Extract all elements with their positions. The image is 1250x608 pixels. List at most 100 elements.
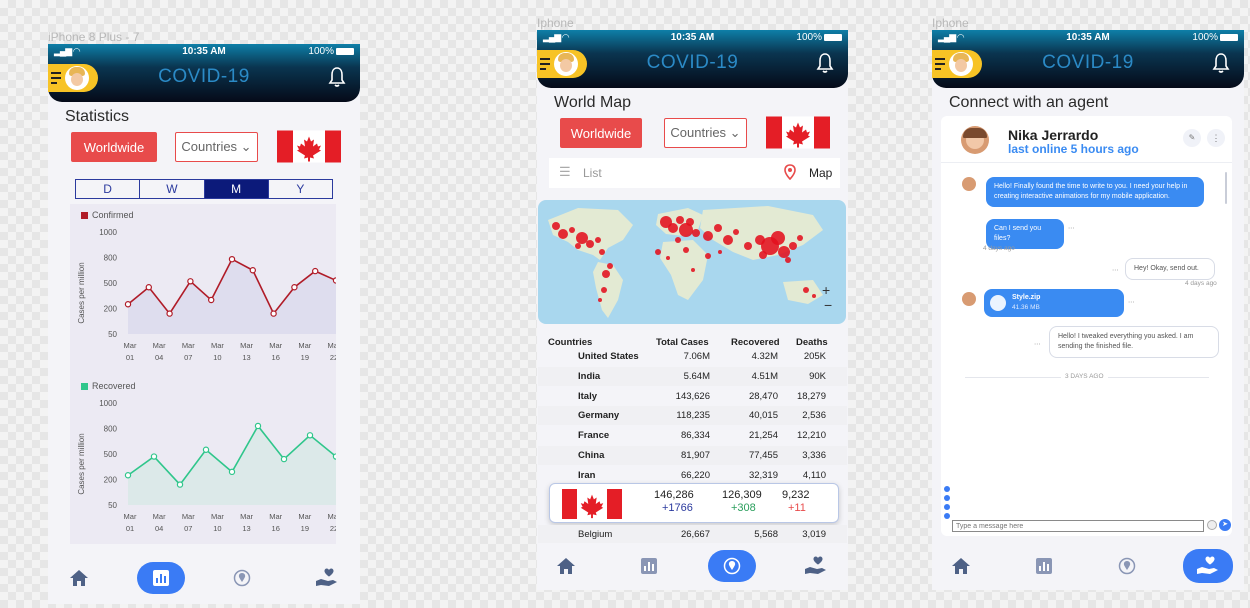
- case-marker[interactable]: [595, 237, 601, 243]
- canada-flag-icon[interactable]: [277, 130, 341, 163]
- selected-country-card[interactable]: 146,286 +1766 126,309 +308 9,232 +11: [549, 483, 839, 523]
- data-point[interactable]: [254, 422, 262, 430]
- case-marker[interactable]: [771, 231, 785, 245]
- case-marker[interactable]: [675, 237, 681, 243]
- data-point[interactable]: [228, 468, 236, 476]
- case-marker[interactable]: [558, 229, 568, 239]
- tab-map[interactable]: Map: [809, 166, 832, 180]
- countries-dropdown[interactable]: Countries ⌄: [664, 118, 747, 148]
- table-row[interactable]: Italy 143,626 28,470 18,279: [538, 387, 847, 406]
- case-marker[interactable]: [778, 246, 790, 258]
- case-marker[interactable]: [607, 263, 613, 269]
- tab-list[interactable]: List: [583, 166, 602, 180]
- case-marker[interactable]: [575, 243, 581, 249]
- nav-stats[interactable]: [1020, 550, 1068, 582]
- case-marker[interactable]: [744, 242, 752, 250]
- table-row[interactable]: India 5.64M 4.51M 90K: [538, 366, 847, 386]
- data-point[interactable]: [280, 455, 288, 463]
- data-point[interactable]: [145, 284, 153, 291]
- nav-stats[interactable]: [625, 550, 673, 582]
- send-icon[interactable]: ➤: [1219, 519, 1231, 531]
- case-marker[interactable]: [655, 249, 661, 255]
- table-row[interactable]: Belgium 26,667 5,568 3,019: [538, 525, 847, 543]
- data-point[interactable]: [332, 277, 336, 284]
- data-point[interactable]: [187, 278, 194, 285]
- case-marker[interactable]: [666, 256, 670, 260]
- case-marker[interactable]: [552, 222, 560, 230]
- case-marker[interactable]: [705, 253, 711, 259]
- data-point[interactable]: [332, 453, 336, 460]
- case-marker[interactable]: [797, 235, 803, 241]
- case-marker[interactable]: [599, 249, 605, 255]
- data-point[interactable]: [202, 446, 210, 453]
- worldwide-button[interactable]: Worldwide: [71, 132, 157, 162]
- data-point[interactable]: [124, 301, 132, 308]
- case-marker[interactable]: [703, 231, 713, 241]
- countries-dropdown[interactable]: Countries ⌄: [175, 132, 258, 162]
- nav-home[interactable]: [55, 562, 103, 594]
- data-point[interactable]: [311, 267, 319, 275]
- bell-icon[interactable]: [328, 66, 346, 88]
- nav-care[interactable]: [792, 550, 840, 582]
- case-marker[interactable]: [598, 298, 602, 302]
- case-marker[interactable]: [683, 247, 689, 253]
- case-marker[interactable]: [668, 223, 678, 233]
- case-marker[interactable]: [692, 229, 700, 237]
- case-marker[interactable]: [733, 229, 739, 235]
- period-d[interactable]: D: [76, 180, 141, 198]
- emoji-icon[interactable]: [1207, 520, 1217, 530]
- case-marker[interactable]: [602, 270, 610, 278]
- data-point[interactable]: [291, 284, 298, 291]
- world-map[interactable]: + −: [538, 200, 846, 324]
- case-marker[interactable]: [803, 287, 809, 293]
- nav-map[interactable]: [708, 550, 756, 582]
- case-marker[interactable]: [686, 218, 694, 226]
- worldwide-button[interactable]: Worldwide: [560, 118, 642, 148]
- case-marker[interactable]: [601, 287, 607, 293]
- nav-home[interactable]: [542, 550, 590, 582]
- table-row[interactable]: France 86,334 21,254 12,210: [538, 426, 847, 445]
- bell-icon[interactable]: [816, 52, 834, 74]
- table-row[interactable]: China 81,907 77,455 3,336: [538, 446, 847, 465]
- period-y[interactable]: Y: [269, 180, 332, 198]
- data-point[interactable]: [207, 296, 215, 304]
- nav-home[interactable]: [937, 550, 985, 582]
- message-bubble[interactable]: Hello! Finally found the time to write t…: [986, 177, 1204, 207]
- period-w[interactable]: W: [140, 180, 205, 198]
- case-marker[interactable]: [759, 251, 767, 259]
- nav-map[interactable]: [218, 562, 266, 594]
- case-marker[interactable]: [812, 294, 816, 298]
- message-bubble[interactable]: Hey! Okay, send out.: [1125, 258, 1215, 280]
- table-row[interactable]: United States 7.06M 4.32M 205K: [538, 347, 847, 366]
- case-marker[interactable]: [569, 227, 575, 233]
- attach-button[interactable]: ✎: [1183, 129, 1201, 147]
- nav-stats[interactable]: [137, 562, 185, 594]
- nav-care[interactable]: [303, 562, 351, 594]
- nav-care[interactable]: [1183, 549, 1233, 583]
- data-point[interactable]: [166, 310, 173, 317]
- file-attachment[interactable]: Style.zip 41.36 MB: [984, 289, 1124, 317]
- data-point[interactable]: [228, 256, 236, 263]
- case-marker[interactable]: [576, 232, 588, 244]
- data-point[interactable]: [176, 481, 184, 488]
- message-input[interactable]: [952, 520, 1204, 532]
- nav-map[interactable]: [1103, 550, 1151, 582]
- case-marker[interactable]: [723, 235, 733, 245]
- bell-icon[interactable]: [1212, 52, 1230, 74]
- table-row[interactable]: Iran 66,220 32,319 4,110: [538, 466, 847, 485]
- data-point[interactable]: [270, 310, 277, 317]
- more-button[interactable]: ⋮: [1207, 129, 1225, 147]
- case-marker[interactable]: [718, 250, 722, 254]
- table-row[interactable]: Germany 118,235 40,015 2,536: [538, 406, 847, 426]
- canada-flag-icon[interactable]: [766, 116, 830, 149]
- case-marker[interactable]: [785, 257, 791, 263]
- case-marker[interactable]: [691, 268, 695, 272]
- data-point[interactable]: [306, 432, 314, 439]
- case-marker[interactable]: [586, 240, 594, 248]
- case-marker[interactable]: [789, 242, 797, 250]
- data-point[interactable]: [249, 267, 256, 274]
- case-marker[interactable]: [714, 224, 722, 232]
- data-point[interactable]: [124, 472, 132, 479]
- period-m[interactable]: M: [204, 180, 269, 198]
- message-bubble[interactable]: Hello! I tweaked everything you asked. I…: [1049, 326, 1219, 358]
